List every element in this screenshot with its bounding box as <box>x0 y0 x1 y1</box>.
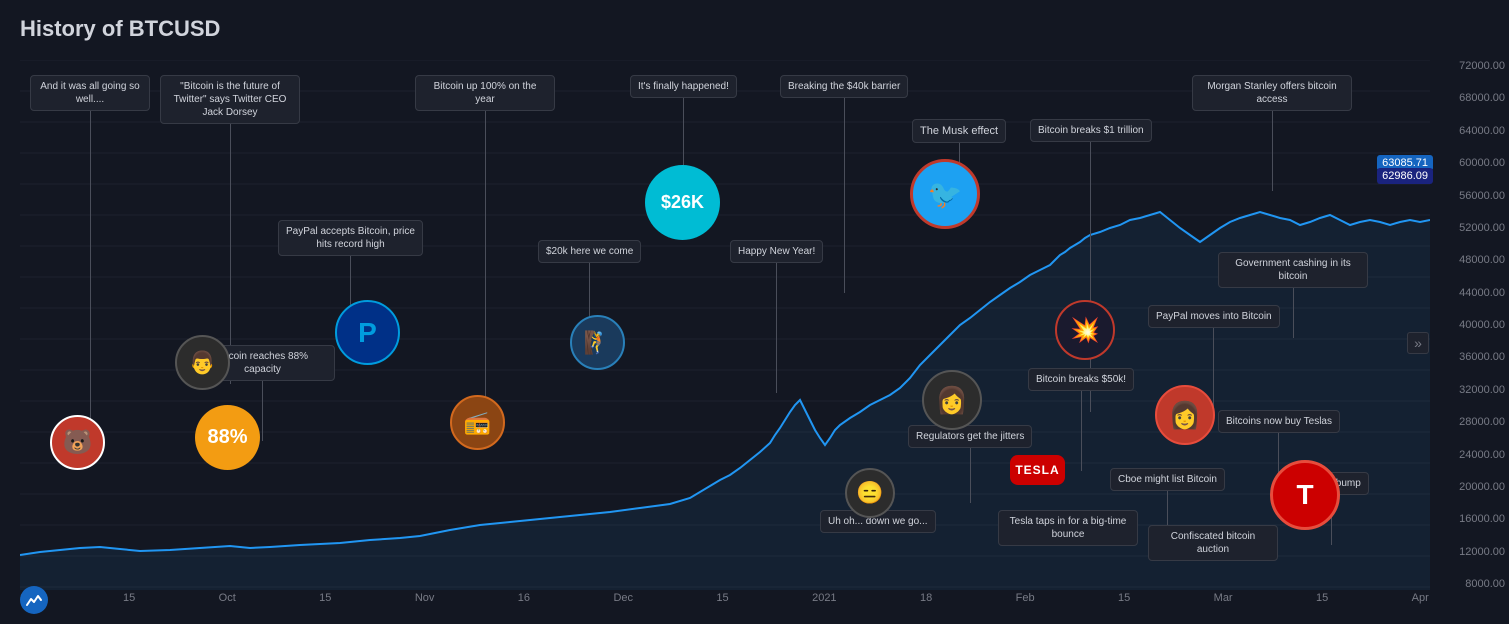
y-label-6: 52000.00 <box>1459 222 1505 234</box>
annotation-morgan-stanley: Morgan Stanley offers bitcoin access <box>1192 75 1352 191</box>
tradingview-logo <box>20 586 48 614</box>
circle-icon-tesla-logo: T <box>1270 460 1340 530</box>
circle-icon-dorsey: 👨 <box>175 335 230 390</box>
chart-container: History of BTCUSD 72000.00 68000.00 6400… <box>0 0 1509 624</box>
annotation-government-cash: Government cashing in its bitcoin <box>1218 252 1368 338</box>
x-label-feb: Feb <box>1016 592 1035 604</box>
x-label-16: 16 <box>518 592 530 604</box>
x-label-apr: Apr <box>1412 592 1429 604</box>
y-label-12: 28000.00 <box>1459 416 1505 428</box>
y-axis: 72000.00 68000.00 64000.00 60000.00 5600… <box>1434 60 1509 590</box>
x-label-mar: Mar <box>1214 592 1233 604</box>
y-label-4: 60000.00 <box>1459 157 1505 169</box>
circle-icon-radio: 📻 <box>450 395 505 450</box>
y-label-2: 68000.00 <box>1459 92 1505 104</box>
chart-title: History of BTCUSD <box>20 16 220 42</box>
y-label-7: 48000.00 <box>1459 254 1505 266</box>
y-label-15: 16000.00 <box>1459 513 1505 525</box>
circle-icon-person-20k: 🧗 <box>570 315 625 370</box>
annotation-going-well: And it was all going so well.... <box>30 75 150 451</box>
x-axis: Sep 15 Oct 15 Nov 16 Dec 15 2021 18 Feb … <box>20 592 1429 604</box>
y-label-11: 32000.00 <box>1459 384 1505 396</box>
y-label-3: 64000.00 <box>1459 125 1505 137</box>
x-label-oct: Oct <box>219 592 236 604</box>
x-label-15e: 15 <box>1316 592 1328 604</box>
y-label-14: 20000.00 <box>1459 481 1505 493</box>
x-label-15b: 15 <box>319 592 331 604</box>
annotation-happy-new-year: Happy New Year! <box>730 240 823 393</box>
circle-icon-26k: $26K <box>645 165 720 240</box>
circle-icon-musk-twitter: 🐦 <box>910 159 980 229</box>
scroll-right-button[interactable]: » <box>1407 332 1429 354</box>
y-label-13: 24000.00 <box>1459 449 1505 461</box>
x-label-nov: Nov <box>415 592 435 604</box>
circle-icon-woman: 👩 <box>1155 385 1215 445</box>
y-label-16: 12000.00 <box>1459 546 1505 558</box>
x-label-15a: 15 <box>123 592 135 604</box>
circle-icon-yellen: 👩 <box>922 370 982 430</box>
price-low-badge: 62986.09 <box>1377 168 1433 184</box>
y-label-17: 8000.00 <box>1465 578 1505 590</box>
circle-icon-sad: 😑 <box>845 468 895 518</box>
x-label-15d: 15 <box>1118 592 1130 604</box>
x-label-2021: 2021 <box>812 592 836 604</box>
y-label-1: 72000.00 <box>1459 60 1505 72</box>
x-label-dec: Dec <box>613 592 633 604</box>
y-label-5: 56000.00 <box>1459 190 1505 202</box>
circle-icon-88: 88% <box>195 405 260 470</box>
annotation-100pct: Bitcoin up 100% on the year <box>415 75 555 431</box>
x-label-15c: 15 <box>716 592 728 604</box>
y-label-10: 36000.00 <box>1459 351 1505 363</box>
y-label-8: 44000.00 <box>1459 287 1505 299</box>
y-label-9: 40000.00 <box>1459 319 1505 331</box>
circle-icon-tesla: TESLA <box>1010 455 1065 485</box>
circle-icon-bear: 🐻 <box>50 415 105 470</box>
x-label-18: 18 <box>920 592 932 604</box>
annotation-confiscated-auction: Confiscated bitcoin auction <box>1148 525 1278 561</box>
circle-icon-paypal: P <box>335 300 400 365</box>
circle-icon-explosion: 💥 <box>1055 300 1115 360</box>
